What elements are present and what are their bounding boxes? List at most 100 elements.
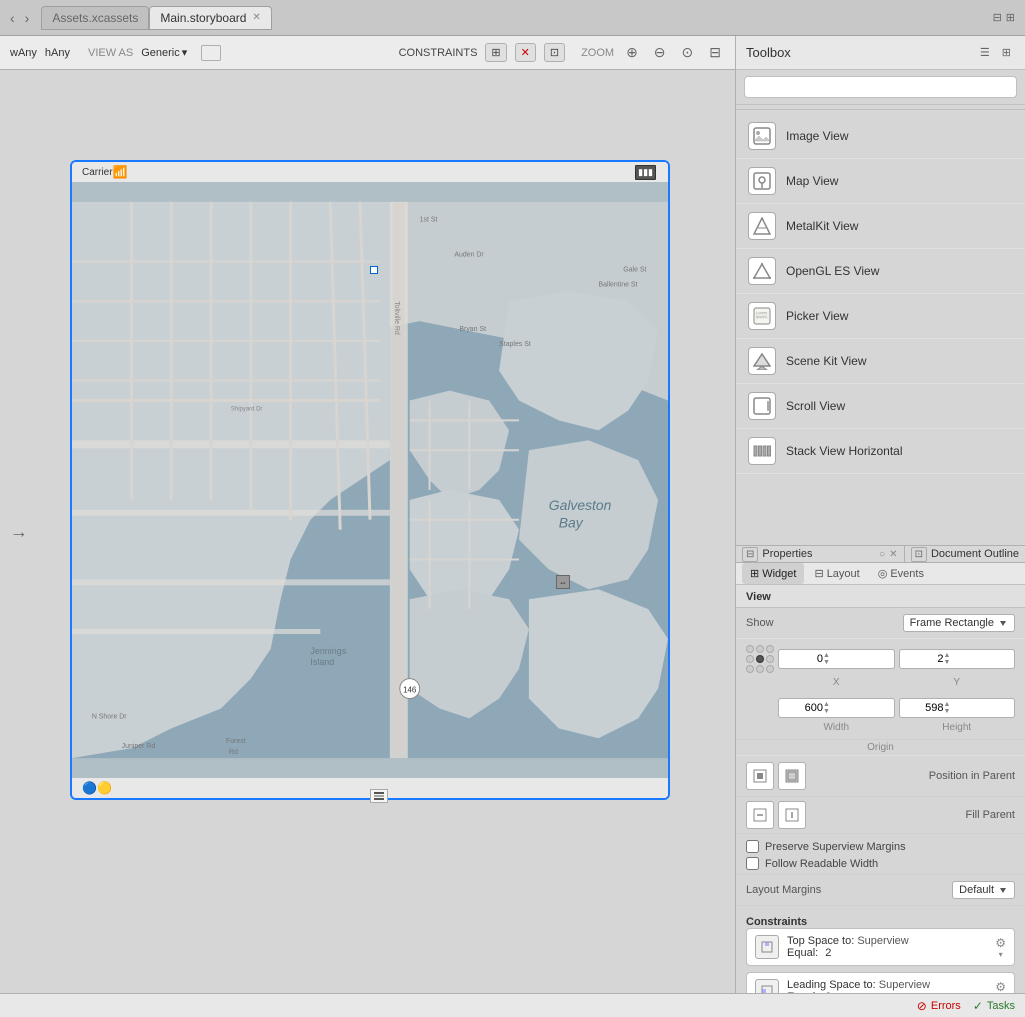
height-increment-btn[interactable]: ▲	[944, 701, 951, 708]
origin-dot-bl[interactable]	[746, 665, 754, 673]
chevron-down-icon: ▾	[182, 46, 188, 59]
remove-constraint-btn[interactable]: ✕	[515, 43, 536, 62]
origin-dot-grid	[746, 645, 774, 673]
tab-navigation[interactable]: ‹ ›	[6, 8, 33, 28]
height-decrement-btn[interactable]: ▼	[944, 708, 951, 715]
toolbox-item-image-view[interactable]: Image View	[736, 114, 1025, 159]
errors-btn[interactable]: ⊘ Errors	[917, 999, 961, 1013]
toolbox-item-map-view[interactable]: Map View	[736, 159, 1025, 204]
height-label: Height	[899, 722, 1016, 733]
toolbox-item-opengl-view[interactable]: OpenGL ES View	[736, 249, 1025, 294]
tab-events[interactable]: ◎ Events	[870, 563, 932, 584]
height-value-input[interactable]	[904, 702, 944, 714]
origin-dot-mc[interactable]	[756, 655, 764, 663]
constraint2-icon	[755, 979, 779, 993]
fill-parent-btn[interactable]	[778, 762, 806, 790]
x-value-input[interactable]	[783, 653, 823, 665]
x-input[interactable]: ▲ ▼	[778, 649, 895, 669]
origin-dot-br[interactable]	[766, 665, 774, 673]
toolbox-item-metalkit-view[interactable]: MetalKit View	[736, 204, 1025, 249]
fill-parent-label: Fill Parent	[965, 809, 1015, 821]
width-input[interactable]: ▲ ▼	[778, 698, 895, 718]
scenekit-view-label: Scene Kit View	[786, 354, 867, 368]
y-decrement-btn[interactable]: ▼	[944, 659, 951, 666]
arrange-row: Position in Parent	[736, 756, 1025, 797]
resize-handle-top[interactable]	[370, 266, 378, 274]
show-select-chevron	[998, 618, 1008, 628]
toolbox-search-bar	[736, 70, 1025, 105]
resize-handle-right[interactable]: ⇔	[556, 575, 570, 589]
x-increment-btn[interactable]: ▲	[823, 652, 830, 659]
origin-dot-mr[interactable]	[766, 655, 774, 663]
origin-dot-tr[interactable]	[766, 645, 774, 653]
preserve-margins-checkbox[interactable]	[746, 840, 759, 853]
zoom-fit-btn[interactable]: ⊙	[678, 42, 698, 63]
properties-panel: ⊟ Properties ○ ✕ ⊡ Document Outline ⊞ Wi…	[736, 546, 1025, 993]
tab-main-storyboard[interactable]: Main.storyboard ✕	[149, 6, 271, 30]
origin-dot-ml[interactable]	[746, 655, 754, 663]
main-panels: wAny hAny VIEW AS Generic ▾ CONSTRAINTS …	[0, 36, 1025, 993]
toolbox-item-stackview-h[interactable]: Stack View Horizontal	[736, 429, 1025, 474]
origin-dot-tl[interactable]	[746, 645, 754, 653]
y-field-container: ▲ ▼	[899, 649, 1016, 669]
resolve-constraint-btn[interactable]: ⊡	[544, 43, 565, 62]
height-input[interactable]: ▲ ▼	[899, 698, 1016, 718]
tab-layout[interactable]: ⊟ Layout	[806, 563, 867, 584]
zoom-in-btn[interactable]: ⊕	[622, 42, 642, 63]
constraint2-gear[interactable]: ⚙ ▾	[995, 980, 1006, 994]
toolbox-list-btn[interactable]: ☰	[976, 44, 994, 61]
constraint2-target: Superview	[879, 979, 930, 991]
width-increment-btn[interactable]: ▲	[823, 701, 830, 708]
y-input[interactable]: ▲ ▼	[899, 649, 1016, 669]
scroll-view-icon	[748, 392, 776, 420]
constraint1-equal-label: Equal:	[787, 947, 818, 959]
zoom-actual-btn[interactable]: ⊟	[705, 42, 725, 63]
toolbox-item-picker-view[interactable]: Loremipsum Picker View	[736, 294, 1025, 339]
toolbox-controls: ☰ ⊞	[976, 44, 1015, 61]
props-panel-icon: ⊟	[742, 547, 758, 562]
canvas[interactable]: → ⇔ Carrier 📶 ▮▮▮	[0, 70, 735, 993]
view-as-select[interactable]: Generic ▾	[141, 46, 187, 59]
origin-dot-bc[interactable]	[756, 665, 764, 673]
device-icon	[201, 45, 221, 61]
arrange-btn-2[interactable]	[778, 801, 806, 829]
follow-readable-checkbox[interactable]	[746, 857, 759, 870]
zoom-out-btn[interactable]: ⊖	[650, 42, 670, 63]
phone-mockup[interactable]: Carrier 📶 ▮▮▮	[70, 160, 670, 800]
tab-widget[interactable]: ⊞ Widget	[742, 563, 804, 584]
tab-assets[interactable]: Assets.xcassets	[41, 6, 149, 30]
props-x-btn[interactable]: ✕	[889, 549, 897, 560]
tab-forward-btn[interactable]: ›	[21, 8, 34, 28]
origin-dot-tc[interactable]	[756, 645, 764, 653]
toolbox-item-scroll-view[interactable]: Scroll View	[736, 384, 1025, 429]
y-value-input[interactable]	[904, 653, 944, 665]
center-in-parent-btn[interactable]	[746, 762, 774, 790]
x-decrement-btn[interactable]: ▼	[823, 659, 830, 666]
width-value-input[interactable]	[783, 702, 823, 714]
tasks-btn[interactable]: ✓ Tasks	[973, 999, 1015, 1013]
toolbox-grid-btn[interactable]: ⊞	[998, 44, 1015, 61]
props-close-btn[interactable]: ○	[879, 549, 885, 560]
checkboxes-section: Preserve Superview Margins Follow Readab…	[736, 834, 1025, 875]
toolbox-search-input[interactable]	[744, 76, 1017, 98]
carrier-label: Carrier	[82, 167, 113, 178]
layout-margins-select[interactable]: Default	[952, 881, 1015, 899]
props-panel-title: Properties	[762, 548, 812, 560]
constraint1-gear[interactable]: ⚙ ▾	[995, 936, 1006, 959]
show-select[interactable]: Frame Rectangle	[903, 614, 1015, 632]
panel-toggle-btn[interactable]: ⊟	[993, 11, 1002, 24]
panel-split-btn[interactable]: ⊞	[1006, 11, 1015, 24]
arrange-btn-1[interactable]	[746, 801, 774, 829]
width-decrement-btn[interactable]: ▼	[823, 708, 830, 715]
tab-close-icon[interactable]: ✕	[252, 12, 260, 23]
svg-text:Staples St: Staples St	[499, 341, 531, 348]
svg-text:146: 146	[403, 686, 417, 695]
tab-back-btn[interactable]: ‹	[6, 8, 19, 28]
add-constraint-btn[interactable]: ⊞	[485, 43, 506, 62]
y-increment-btn[interactable]: ▲	[944, 652, 951, 659]
arrange-buttons-right	[746, 801, 806, 829]
toolbox-item-scenekit-view[interactable]: Scene Kit View	[736, 339, 1025, 384]
layout-margins-label: Layout Margins	[746, 884, 821, 896]
show-row: Show Frame Rectangle	[736, 608, 1025, 639]
resize-handle-bottom[interactable]	[370, 789, 388, 803]
